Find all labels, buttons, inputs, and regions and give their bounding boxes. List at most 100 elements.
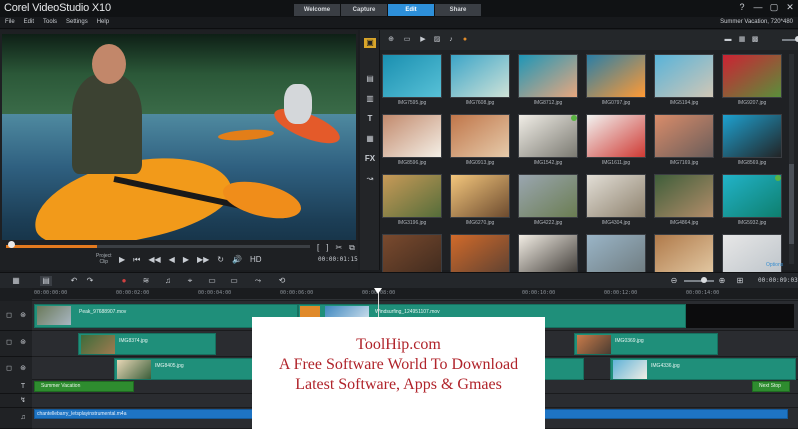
library-thumbnail[interactable]: IMG9207.jpg [722, 54, 782, 114]
show-audio-icon[interactable]: ♪ [446, 35, 456, 44]
storyboard-view-icon[interactable]: ▦ [10, 276, 22, 286]
tab-welcome[interactable]: Welcome [294, 4, 340, 16]
library-thumbnail[interactable]: IMG8596.jpg [382, 114, 442, 174]
auto-music-icon[interactable]: ♫ [162, 276, 174, 286]
video-track-icon[interactable]: ⊛ [18, 311, 28, 321]
library-thumbnail[interactable]: IMG7608.jpg [450, 54, 510, 114]
track-visibility-icon[interactable]: ◻ [4, 311, 14, 321]
overlay-track-icon[interactable]: ⊛ [18, 364, 28, 374]
show-photos-icon[interactable]: ▨ [432, 35, 442, 44]
close-icon[interactable]: ✕ [785, 2, 795, 12]
music-track-icon[interactable]: ♫ [18, 413, 28, 423]
options-button[interactable]: Options [766, 262, 783, 268]
folder-icon[interactable]: ▭ [402, 35, 412, 44]
library-thumbnail[interactable]: IMG3196.jpg [382, 174, 442, 234]
browse-icon[interactable]: ● [460, 35, 470, 44]
zoom-out-icon[interactable]: ⊖ [668, 276, 680, 286]
library-thumbnail[interactable]: IMG4864.jpg [654, 174, 714, 234]
library-thumbnail[interactable]: IMG7595.jpg [382, 54, 442, 114]
filter-icon[interactable]: FX [364, 154, 376, 164]
title-clip[interactable]: Summer Vacation [34, 381, 134, 392]
mode-clip[interactable]: Clip [96, 259, 112, 265]
overlay-clip[interactable]: IMG0369.jpg [574, 333, 718, 355]
mark-out-button[interactable]: ] [326, 243, 328, 253]
overlay-clip[interactable]: IMG4336.jpg [610, 358, 796, 380]
menu-tools[interactable]: Tools [43, 19, 57, 25]
motion-tracking-icon[interactable]: ⌖ [184, 276, 196, 286]
menu-help[interactable]: Help [97, 19, 109, 25]
fit-project-icon[interactable]: ⊞ [734, 276, 746, 286]
library-scrollbar[interactable] [789, 54, 794, 264]
help-icon[interactable]: ? [737, 2, 747, 12]
previous-icon[interactable]: ◀◀ [148, 255, 160, 265]
menu-edit[interactable]: Edit [24, 19, 34, 25]
library-thumbnail[interactable]: IMG0797.jpg [586, 54, 646, 114]
split-clip-icon[interactable]: ✂ [335, 243, 342, 253]
library-thumbnail[interactable]: IMG5194.jpg [654, 54, 714, 114]
grid-view-icon[interactable]: ▩ [750, 35, 760, 44]
volume-icon[interactable]: 🔊 [232, 255, 242, 265]
menu-file[interactable]: File [5, 19, 15, 25]
library-thumbnail[interactable]: IMG4304.jpg [586, 174, 646, 234]
repeat-icon[interactable]: ↻ [217, 255, 224, 265]
minimize-icon[interactable]: — [753, 2, 763, 12]
enlarge-preview-icon[interactable]: ⧉ [349, 243, 355, 253]
library-thumbnail[interactable]: IMG8712.jpg [518, 54, 578, 114]
track-visibility-icon[interactable]: ◻ [4, 364, 14, 374]
library-thumbnail[interactable]: IMG6270.jpg [450, 174, 510, 234]
record-icon[interactable]: ● [118, 276, 130, 286]
tab-share[interactable]: Share [435, 4, 481, 16]
voice-track-icon[interactable]: ↯ [18, 396, 28, 406]
library-thumbnail[interactable]: IMG4222.jpg [518, 174, 578, 234]
time-remapping-icon[interactable]: ⤳ [252, 276, 264, 286]
home-icon[interactable]: ⏮ [133, 255, 140, 265]
library-thumbnail[interactable]: IMG7169.jpg [654, 114, 714, 174]
hd-icon[interactable]: HD [250, 255, 262, 265]
library-thumbnail[interactable]: IMG0913.jpg [450, 114, 510, 174]
subtitle-icon[interactable]: ▭ [206, 276, 218, 286]
track-visibility-icon[interactable]: ◻ [4, 338, 14, 348]
timeline-zoom-handle[interactable] [701, 277, 707, 283]
library-scroll-thumb[interactable] [789, 164, 794, 244]
scrub-bar[interactable] [6, 245, 310, 248]
overlay-track-icon[interactable]: ⊛ [18, 338, 28, 348]
timeline-view-icon[interactable]: ▤ [40, 276, 52, 286]
redo-icon[interactable]: ↷ [84, 276, 96, 286]
sound-mixer-icon[interactable]: ≋ [140, 276, 152, 286]
library-thumbnail[interactable]: IMG1611.jpg [586, 114, 646, 174]
video-preview[interactable] [2, 34, 356, 266]
list-view-icon[interactable]: ▬ [723, 35, 733, 44]
show-videos-icon[interactable]: ▶ [418, 35, 428, 44]
tab-capture[interactable]: Capture [341, 4, 387, 16]
play-icon[interactable]: ▶ [119, 255, 125, 265]
library-thumbnail[interactable]: IMG8569.jpg [722, 114, 782, 174]
add-folder-icon[interactable]: ⊕ [386, 35, 396, 44]
tab-edit[interactable]: Edit [388, 4, 434, 16]
mark-in-button[interactable]: [ [317, 243, 319, 253]
timeline-zoom-slider[interactable] [684, 280, 714, 282]
library-thumbnail[interactable]: IMG5932.jpg [722, 174, 782, 234]
zoom-in-icon[interactable]: ⊕ [716, 276, 728, 286]
menu-settings[interactable]: Settings [66, 19, 88, 25]
next-icon[interactable]: ▶▶ [197, 255, 209, 265]
timeline-ruler[interactable]: 00:00:00:00 00:00:02:00 00:00:04:00 00:0… [32, 288, 798, 300]
step-forward-icon[interactable]: ▶ [183, 255, 189, 265]
graphic-icon[interactable]: ▦ [364, 134, 376, 144]
thumbnail-view-icon[interactable]: ▦ [737, 35, 747, 44]
title-clip[interactable]: Next Stop [752, 381, 790, 392]
path-icon[interactable]: ↝ [364, 174, 376, 184]
undo-icon[interactable]: ↶ [68, 276, 80, 286]
ripple-edit-icon[interactable]: ⟲ [276, 276, 288, 286]
step-back-icon[interactable]: ◀ [169, 255, 175, 265]
transition-icon[interactable]: ▥ [364, 94, 376, 104]
instant-project-icon[interactable]: ▤ [364, 74, 376, 84]
scrub-handle[interactable] [8, 241, 15, 248]
title-icon[interactable]: T [364, 114, 376, 124]
media-icon[interactable]: ▣ [364, 38, 376, 48]
title-track-icon[interactable]: T [18, 382, 28, 392]
maximize-icon[interactable]: ▢ [769, 2, 779, 12]
player-timecode[interactable]: 00:00:01:15 [318, 256, 358, 263]
overlay-clip[interactable]: IMG8374.jpg [78, 333, 216, 355]
library-thumbnail[interactable]: IMG1542.jpg [518, 114, 578, 174]
multi-camera-icon[interactable]: ▭ [228, 276, 240, 286]
